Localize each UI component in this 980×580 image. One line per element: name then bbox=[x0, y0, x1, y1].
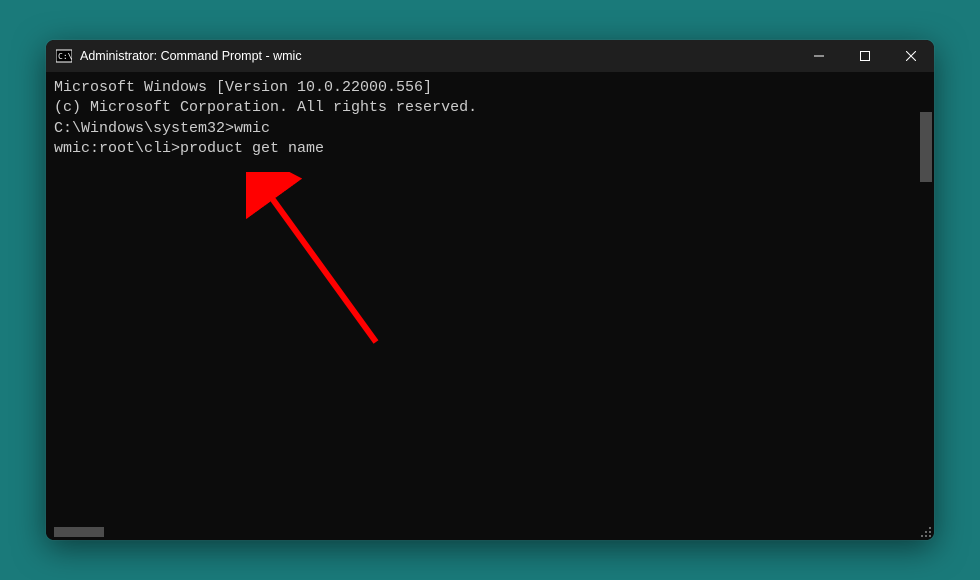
vertical-scrollbar[interactable] bbox=[920, 112, 932, 182]
terminal-prompt: wmic:root\cli>product get name bbox=[54, 139, 926, 159]
svg-text:C:\: C:\ bbox=[58, 52, 72, 61]
horizontal-scrollbar[interactable] bbox=[54, 527, 104, 537]
window-title: Administrator: Command Prompt - wmic bbox=[80, 49, 302, 63]
terminal-line: (c) Microsoft Corporation. All rights re… bbox=[54, 98, 926, 118]
titlebar-left: C:\ Administrator: Command Prompt - wmic bbox=[56, 48, 302, 64]
terminal-line: Microsoft Windows [Version 10.0.22000.55… bbox=[54, 78, 926, 98]
maximize-button[interactable] bbox=[842, 40, 888, 72]
cmd-icon: C:\ bbox=[56, 48, 72, 64]
red-arrow-annotation bbox=[246, 172, 406, 352]
titlebar[interactable]: C:\ Administrator: Command Prompt - wmic bbox=[46, 40, 934, 72]
command-prompt-window: C:\ Administrator: Command Prompt - wmic… bbox=[46, 40, 934, 540]
terminal-body[interactable]: Microsoft Windows [Version 10.0.22000.55… bbox=[46, 72, 934, 540]
window-controls bbox=[796, 40, 934, 72]
minimize-button[interactable] bbox=[796, 40, 842, 72]
terminal-prompt: C:\Windows\system32>wmic bbox=[54, 119, 926, 139]
close-button[interactable] bbox=[888, 40, 934, 72]
resize-grip-icon[interactable] bbox=[918, 524, 932, 538]
